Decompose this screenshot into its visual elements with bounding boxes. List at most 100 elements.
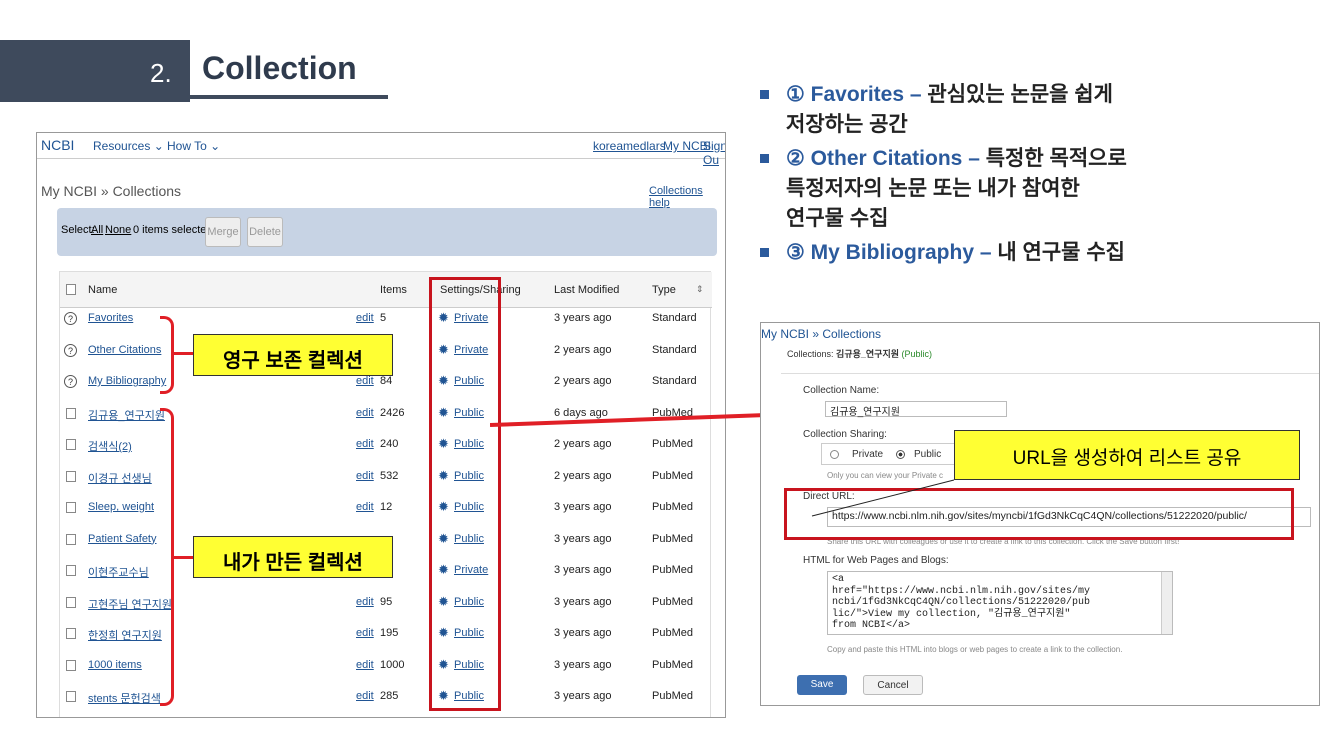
bullet-my-bibliography: ③ My Bibliography – 내 연구물 수집 (786, 238, 1326, 268)
collection-name-link[interactable]: Other Citations (88, 344, 161, 356)
help-icon: ? (64, 312, 77, 325)
row-checkbox[interactable] (66, 565, 76, 576)
row-checkbox[interactable] (66, 659, 76, 671)
collection-type: PubMed (652, 627, 693, 639)
collection-name-link[interactable]: 검색식(2) (88, 438, 132, 454)
edit-link[interactable]: edit (356, 438, 374, 450)
col-items[interactable]: Items (380, 284, 407, 296)
bullet-text: 내 연구물 수집 (997, 241, 1125, 264)
collection-name: 김규용_연구지원 (836, 349, 900, 359)
collection-type: PubMed (652, 595, 693, 608)
col-type[interactable]: Type (652, 284, 676, 296)
collection-name-link[interactable]: stents 문헌검색 (88, 690, 161, 706)
collection-name-field[interactable]: 김규용_연구지원 (825, 401, 1007, 418)
sharing-highlight (429, 277, 501, 711)
collection-heading: Collections: 김규용_연구지원 (Public) (787, 347, 932, 360)
item-count: 2426 (380, 406, 405, 419)
item-count: 5 (380, 312, 387, 324)
bullet-title: ③ My Bibliography (786, 241, 975, 264)
select-none-link[interactable]: None (105, 224, 131, 236)
paste-note: Copy and paste this HTML into blogs or w… (827, 645, 1123, 654)
collection-name-link[interactable]: 1000 items (88, 659, 142, 671)
callout-pointer (811, 479, 955, 517)
collection-type: PubMed (652, 690, 693, 702)
collection-type: PubMed (652, 438, 693, 450)
collection-name-link[interactable]: 이경규 선생님 (88, 470, 152, 486)
html-code-textarea[interactable]: <a href="https://www.ncbi.nlm.nih.gov/si… (827, 571, 1173, 635)
item-count: 240 (380, 438, 399, 450)
permanent-brace-tick (173, 352, 193, 355)
section-title: Collection (202, 50, 357, 86)
select-all-checkbox[interactable] (66, 284, 76, 295)
save-button[interactable]: Save (797, 675, 847, 695)
ncbi-logo[interactable]: NCBI (41, 137, 74, 153)
cancel-button[interactable]: Cancel (863, 675, 923, 695)
breadcrumb: My NCBI » Collections (41, 183, 182, 199)
last-modified: 2 years ago (554, 469, 612, 482)
select-bar: Select: All None 0 items selected Merge … (57, 208, 717, 256)
sort-icon[interactable]: ⇕ (696, 284, 704, 295)
collections-help-link[interactable]: Collections help (649, 185, 725, 209)
permanent-callout: 영구 보존 컬렉션 (193, 334, 393, 376)
edit-link[interactable]: edit (356, 627, 374, 639)
howto-menu[interactable]: How To ⌄ (167, 139, 220, 153)
row-checkbox[interactable] (66, 628, 76, 639)
bullet-text: 특정저자의 논문 또는 내가 참여한 (786, 177, 1080, 200)
edit-link[interactable]: edit (356, 375, 374, 387)
collection-name-link[interactable]: 김규용_연구지원 (88, 407, 165, 423)
row-checkbox[interactable] (66, 596, 76, 608)
textarea-scrollbar[interactable] (1161, 572, 1172, 634)
bullet-title: ① Favorites (786, 83, 905, 106)
collection-name-link[interactable]: 이현주교수님 (88, 564, 149, 580)
row-checkbox[interactable] (66, 407, 76, 419)
resources-menu[interactable]: Resources ⌄ (93, 139, 164, 153)
edit-link[interactable]: edit (356, 407, 374, 419)
edit-link[interactable]: edit (356, 312, 374, 324)
col-name[interactable]: Name (88, 284, 117, 296)
sign-out-link[interactable]: Sign Ou (703, 139, 725, 167)
edit-link[interactable]: edit (356, 501, 374, 513)
delete-button[interactable]: Delete (247, 217, 283, 247)
row-checkbox[interactable] (66, 502, 76, 513)
edit-link[interactable]: edit (356, 596, 374, 608)
bullet-other-citations: ② Other Citations – 특정한 목적으로 특정저자의 논문 또는… (786, 144, 1326, 234)
edit-link[interactable]: edit (356, 690, 374, 702)
html-label: HTML for Web Pages and Blogs: (803, 555, 949, 566)
item-count: 195 (380, 627, 399, 639)
breadcrumb[interactable]: My NCBI » Collections (761, 327, 881, 341)
bullet-text: 특정한 목적으로 (985, 147, 1127, 170)
collection-name-link[interactable]: 한정희 연구지원 (88, 627, 162, 643)
last-modified: 3 years ago (554, 501, 612, 513)
public-radio[interactable] (896, 450, 905, 459)
edit-link[interactable]: edit (356, 470, 374, 482)
collection-type: PubMed (652, 532, 693, 545)
user-link[interactable]: koreamedlars (593, 139, 666, 153)
item-count: 12 (380, 501, 393, 513)
row-checkbox[interactable] (66, 470, 76, 482)
last-modified: 3 years ago (554, 564, 612, 576)
collection-name-link[interactable]: Patient Safety (88, 533, 157, 545)
collection-name-link[interactable]: Favorites (88, 312, 133, 324)
row-checkbox[interactable] (66, 691, 76, 702)
edit-link[interactable]: edit (356, 659, 374, 671)
bullet-dash: – (968, 147, 980, 170)
row-checkbox[interactable] (66, 533, 76, 545)
bullet-title: ② Other Citations (786, 147, 963, 170)
divider (781, 373, 1319, 374)
merge-button[interactable]: Merge (205, 217, 241, 247)
last-modified: 3 years ago (554, 595, 612, 608)
last-modified: 3 years ago (554, 532, 612, 545)
col-last-modified[interactable]: Last Modified (554, 284, 619, 296)
collection-type: Standard (652, 343, 697, 356)
collection-name-link[interactable]: Sleep, weight (88, 501, 154, 513)
row-checkbox[interactable] (66, 439, 76, 450)
bullet-square-icon (760, 90, 769, 99)
select-all-link[interactable]: All (91, 224, 103, 236)
collection-type: PubMed (652, 469, 693, 482)
collection-name-link[interactable]: My Bibliography (88, 375, 166, 387)
last-modified: 2 years ago (554, 343, 612, 356)
private-radio[interactable] (830, 450, 839, 459)
item-count: 95 (380, 595, 393, 608)
bullet-square-icon (760, 154, 769, 163)
ncbi-topbar: NCBI Resources ⌄ How To ⌄ koreamedlars M… (37, 133, 725, 167)
